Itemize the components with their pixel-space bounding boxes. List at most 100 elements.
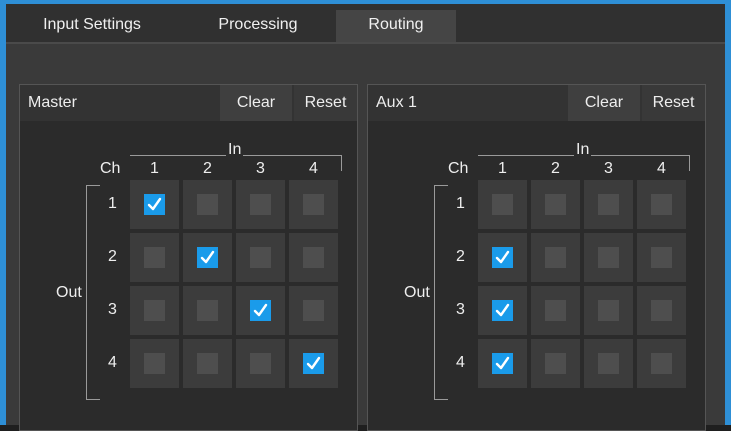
in-bracket-right [689,155,690,171]
routing-cell[interactable] [478,233,527,282]
routing-cell[interactable] [584,233,633,282]
route-checkbox[interactable] [144,300,165,321]
tab-bar: Input Settings Processing Routing [6,4,725,42]
route-checkbox-checked[interactable] [303,353,324,374]
routing-cell[interactable] [236,180,285,229]
routing-matrix: In Ch Out 1 2 3 4 1 2 3 4 [368,121,705,430]
route-checkbox[interactable] [598,300,619,321]
reset-button[interactable]: Reset [642,85,705,121]
routing-cell[interactable] [531,180,580,229]
out-channel-number: 4 [108,354,117,371]
out-channel-number: 3 [108,301,117,318]
tab-input-settings[interactable]: Input Settings [20,10,164,42]
in-channel-number: 4 [309,160,318,177]
routing-cell[interactable] [531,233,580,282]
in-channel-number: 1 [498,160,507,177]
out-bracket-top [86,185,100,186]
routing-cell[interactable] [183,180,232,229]
routing-cell[interactable] [289,339,338,388]
routing-cell[interactable] [584,286,633,335]
out-channel-number: 3 [456,301,465,318]
out-channel-number: 2 [456,248,465,265]
checkmark-icon [495,250,510,264]
routing-cell[interactable] [584,180,633,229]
route-checkbox[interactable] [250,247,271,268]
route-checkbox-checked[interactable] [250,300,271,321]
out-bracket-bottom [86,399,100,400]
tab-processing[interactable]: Processing [194,10,322,42]
in-channel-number: 3 [256,160,265,177]
routing-cell[interactable] [236,339,285,388]
window-frame: Input Settings Processing Routing Master… [0,0,731,431]
route-checkbox[interactable] [651,300,672,321]
route-checkbox[interactable] [250,194,271,215]
panel-header: Aux 1 Clear Reset [368,85,705,122]
clear-button[interactable]: Clear [568,85,640,121]
routing-cell[interactable] [637,233,686,282]
routing-cell[interactable] [637,286,686,335]
panel-title: Master [28,94,77,111]
routing-cell[interactable] [637,180,686,229]
routing-cell[interactable] [289,233,338,282]
routing-cell[interactable] [130,339,179,388]
checkmark-icon [306,356,321,370]
routing-cell[interactable] [236,286,285,335]
routing-cell[interactable] [183,286,232,335]
route-checkbox[interactable] [545,300,566,321]
route-checkbox[interactable] [303,247,324,268]
routing-cell[interactable] [183,339,232,388]
out-bracket-bottom [434,399,448,400]
clear-button[interactable]: Clear [220,85,292,121]
route-checkbox[interactable] [545,194,566,215]
route-checkbox-checked[interactable] [492,247,513,268]
route-checkbox-checked[interactable] [197,247,218,268]
route-checkbox[interactable] [598,353,619,374]
route-checkbox-checked[interactable] [492,300,513,321]
route-checkbox[interactable] [197,194,218,215]
checkmark-icon [147,197,162,211]
route-checkbox[interactable] [303,300,324,321]
reset-button[interactable]: Reset [294,85,357,121]
tab-routing[interactable]: Routing [336,10,456,42]
checkmark-icon [253,303,268,317]
routing-cell[interactable] [478,180,527,229]
routing-cell[interactable] [289,286,338,335]
routing-cell[interactable] [183,233,232,282]
routing-cell[interactable] [478,286,527,335]
route-checkbox[interactable] [197,300,218,321]
route-checkbox[interactable] [303,194,324,215]
routing-cell[interactable] [478,339,527,388]
aux1-routing-panel: Aux 1 Clear Reset In Ch Out 1 2 3 4 1 2 3 4 [367,84,706,431]
route-checkbox[interactable] [651,353,672,374]
checkmark-icon [495,303,510,317]
routing-cell[interactable] [531,339,580,388]
routing-cell[interactable] [130,286,179,335]
checkmark-icon [495,356,510,370]
route-checkbox-checked[interactable] [144,194,165,215]
in-label: In [226,141,244,159]
route-checkbox-checked[interactable] [492,353,513,374]
route-checkbox[interactable] [598,194,619,215]
routing-cell[interactable] [130,180,179,229]
route-checkbox[interactable] [144,247,165,268]
route-checkbox[interactable] [144,353,165,374]
route-checkbox[interactable] [197,353,218,374]
in-channel-number: 1 [150,160,159,177]
routing-cell[interactable] [531,286,580,335]
route-checkbox[interactable] [545,353,566,374]
in-channel-number: 3 [604,160,613,177]
routing-cell[interactable] [584,339,633,388]
route-checkbox[interactable] [651,194,672,215]
route-checkbox[interactable] [250,353,271,374]
routing-cell[interactable] [236,233,285,282]
route-checkbox[interactable] [492,194,513,215]
routing-cell[interactable] [130,233,179,282]
routing-cell[interactable] [289,180,338,229]
routing-cell[interactable] [637,339,686,388]
route-checkbox[interactable] [598,247,619,268]
route-checkbox[interactable] [651,247,672,268]
out-channel-number: 1 [108,195,117,212]
route-checkbox[interactable] [545,247,566,268]
in-bracket-right [341,155,342,171]
panel-header: Master Clear Reset [20,85,357,122]
